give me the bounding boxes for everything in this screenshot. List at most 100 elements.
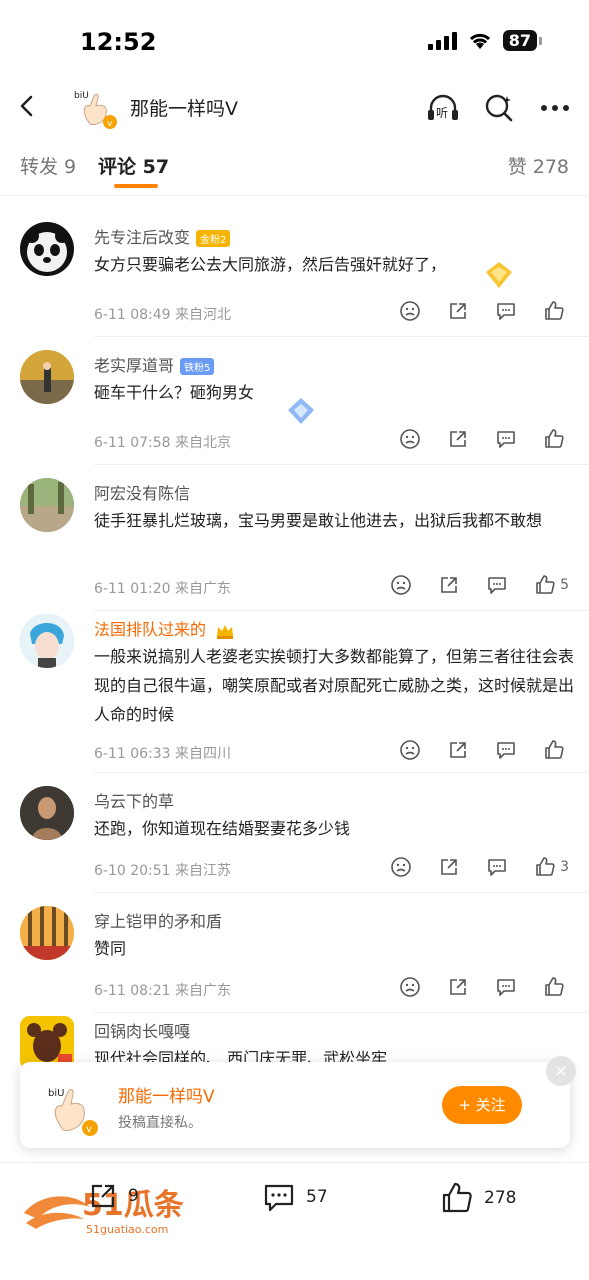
comment-username[interactable]: 法国排队过来的 bbox=[94, 616, 235, 640]
signal-icon bbox=[427, 31, 457, 50]
face-icon bbox=[400, 429, 420, 449]
like-button[interactable] bbox=[543, 976, 569, 998]
dislike-button[interactable] bbox=[399, 428, 421, 450]
tab-likes[interactable]: 赞 278 bbox=[508, 152, 569, 179]
comment-actions: 3 bbox=[390, 856, 569, 878]
comment-username[interactable]: 回锅肉长嘎嘎 bbox=[94, 1018, 190, 1042]
face-icon bbox=[391, 857, 411, 877]
share-button[interactable] bbox=[447, 739, 469, 761]
share-icon bbox=[450, 431, 466, 447]
comment-username[interactable]: 先专注后改变 金粉2 bbox=[94, 224, 231, 248]
listen-button[interactable]: 听 bbox=[425, 90, 461, 126]
back-icon[interactable] bbox=[14, 92, 42, 120]
share-button[interactable] bbox=[447, 976, 469, 998]
divider bbox=[94, 336, 589, 337]
reply-button[interactable] bbox=[495, 976, 517, 998]
search-button[interactable] bbox=[481, 90, 517, 126]
comment-icon bbox=[497, 431, 515, 448]
dislike-button[interactable] bbox=[399, 300, 421, 322]
like-button[interactable]: 278 bbox=[440, 1181, 516, 1215]
divider bbox=[94, 464, 589, 465]
listen-label: 听 bbox=[436, 106, 448, 120]
comment-meta: 6-11 07:58 来自北京 bbox=[94, 435, 232, 451]
comment-meta: 6-11 01:20 来自广东 bbox=[94, 581, 232, 597]
avatar[interactable] bbox=[20, 350, 74, 404]
avatar[interactable] bbox=[20, 906, 74, 960]
search-icon bbox=[485, 94, 513, 122]
share-button[interactable] bbox=[438, 856, 460, 878]
gold-diamond-icon bbox=[486, 262, 512, 288]
face-icon bbox=[391, 575, 411, 595]
comment-actions bbox=[399, 739, 569, 761]
comment-meta: 6-11 08:21 来自广东 bbox=[94, 983, 232, 999]
tab-comments[interactable]: 评论 57 bbox=[98, 152, 169, 179]
thumbs-up-icon bbox=[545, 429, 564, 448]
like-count: 5 bbox=[560, 577, 569, 593]
svg-text:biU: biU bbox=[48, 1088, 64, 1099]
share-icon bbox=[441, 577, 457, 593]
thumbs-up-icon bbox=[442, 1182, 472, 1213]
face-icon bbox=[400, 977, 420, 997]
dislike-button[interactable] bbox=[390, 574, 412, 596]
account-avatar[interactable]: biU v bbox=[72, 84, 120, 130]
comment-username[interactable]: 阿宏没有陈信 bbox=[94, 480, 190, 504]
avatar[interactable] bbox=[20, 222, 74, 276]
reply-button[interactable] bbox=[486, 574, 508, 596]
reply-button[interactable] bbox=[495, 300, 517, 322]
share-button[interactable] bbox=[447, 428, 469, 450]
thumbs-up-icon bbox=[545, 977, 564, 996]
like-button[interactable] bbox=[543, 428, 569, 450]
follow-button[interactable]: + 关注 bbox=[442, 1086, 522, 1124]
more-button[interactable] bbox=[537, 90, 573, 126]
comment-username[interactable]: 乌云下的草 bbox=[94, 788, 174, 812]
like-button[interactable] bbox=[543, 739, 569, 761]
share-button[interactable] bbox=[447, 300, 469, 322]
like-count: 278 bbox=[484, 1188, 517, 1208]
comment-text: 一般来说搞别人老婆老实挨顿打大多数都能算了，但第三者往往会表现的自己很牛逼，嘲笑… bbox=[94, 647, 575, 724]
avatar[interactable] bbox=[20, 786, 74, 840]
comment-username[interactable]: 穿上铠甲的矛和盾 bbox=[94, 908, 222, 932]
like-button[interactable]: 5 bbox=[534, 574, 569, 596]
popup-account-name[interactable]: 那能一样吗V bbox=[118, 1082, 215, 1107]
repost-button[interactable]: 9 bbox=[88, 1181, 139, 1211]
dislike-button[interactable] bbox=[390, 856, 412, 878]
popup-description: 投稿直接私。 bbox=[118, 1115, 202, 1131]
reply-button[interactable] bbox=[495, 739, 517, 761]
like-button[interactable]: 3 bbox=[534, 856, 569, 878]
reply-button[interactable] bbox=[486, 856, 508, 878]
share-icon bbox=[441, 859, 457, 875]
avatar[interactable] bbox=[20, 478, 74, 532]
fan-badge: 金粉2 bbox=[196, 230, 231, 247]
dislike-button[interactable] bbox=[399, 976, 421, 998]
crown-icon bbox=[217, 624, 234, 639]
comment-icon bbox=[488, 577, 506, 594]
battery-indicator: 87 bbox=[502, 30, 543, 51]
comment-icon bbox=[264, 1184, 294, 1212]
status-icons: 87 bbox=[427, 30, 543, 51]
comment-actions bbox=[399, 976, 569, 998]
divider bbox=[94, 772, 589, 773]
wifi-icon bbox=[469, 33, 490, 49]
dislike-button[interactable] bbox=[399, 739, 421, 761]
avatar[interactable] bbox=[20, 614, 74, 668]
comment-meta: 6-11 06:33 来自四川 bbox=[94, 746, 232, 762]
popup-avatar[interactable]: biU v bbox=[38, 1076, 102, 1140]
watermark-url: 51guatiao.com bbox=[86, 1223, 168, 1236]
comment-username[interactable]: 老实厚道哥 铁粉5 bbox=[94, 352, 215, 376]
comment-actions bbox=[399, 428, 569, 450]
tab-repost[interactable]: 转发 9 bbox=[20, 152, 76, 179]
divider bbox=[94, 1012, 589, 1013]
follow-popup: × biU v 那能一样吗V 投稿直接私。 + 关注 bbox=[20, 1056, 576, 1148]
comment-meta: 6-10 20:51 来自江苏 bbox=[94, 863, 232, 879]
like-button[interactable] bbox=[543, 300, 569, 322]
bottom-action-bar: 51瓜条 51guatiao.com 9 57 278 bbox=[0, 1162, 589, 1280]
divider bbox=[94, 892, 589, 893]
comment-button[interactable]: 57 bbox=[262, 1181, 328, 1213]
share-button[interactable] bbox=[438, 574, 460, 596]
thumbs-up-icon bbox=[536, 575, 555, 594]
reply-button[interactable] bbox=[495, 428, 517, 450]
face-icon bbox=[400, 301, 420, 321]
close-button[interactable]: × bbox=[546, 1056, 576, 1086]
tab-active-indicator bbox=[114, 184, 158, 188]
thumbs-up-icon bbox=[536, 857, 555, 876]
